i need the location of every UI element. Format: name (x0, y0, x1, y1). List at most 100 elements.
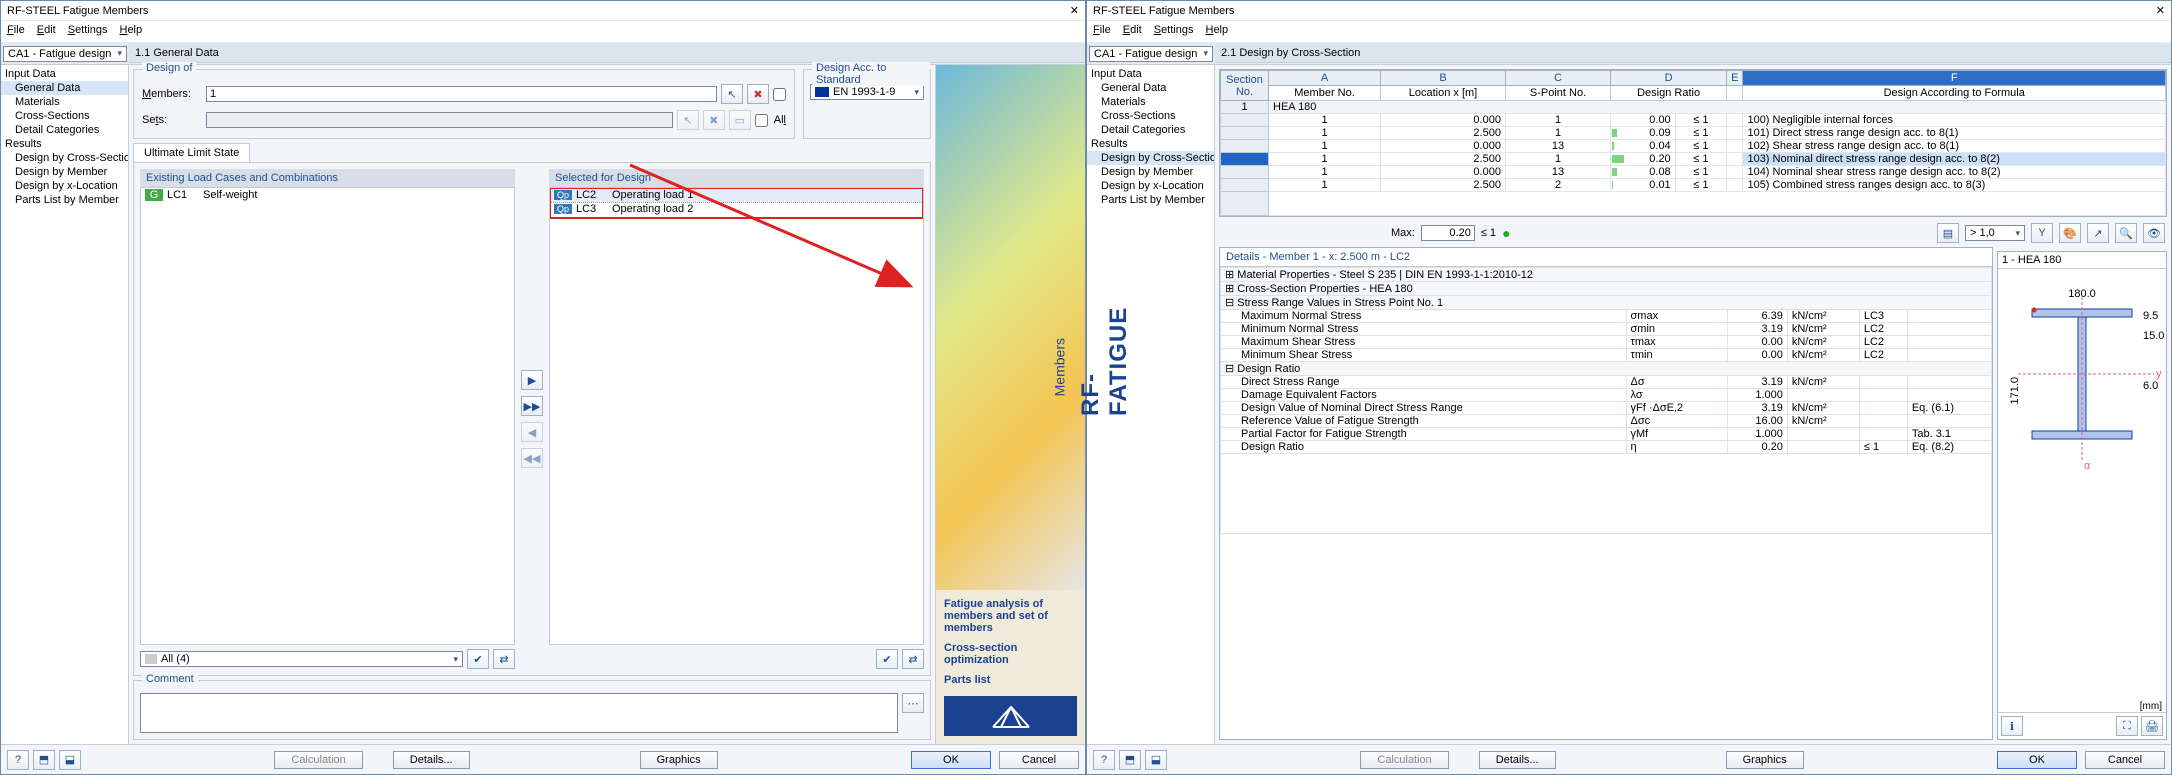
close-icon[interactable]: ✕ (1070, 4, 1079, 17)
export-icon[interactable]: ⬓ (1145, 750, 1167, 770)
nav-general-data[interactable]: General Data (1, 81, 128, 95)
result-row[interactable]: 1 2.500 1 0.09 ≤ 1 101) Direct stress ra… (1221, 127, 2166, 140)
standard-combo[interactable]: EN 1993-1-9 ▾ (810, 84, 924, 100)
nav-detail-r[interactable]: Detail Categories (1087, 123, 1214, 137)
nav-design-x-r[interactable]: Design by x-Location (1087, 179, 1214, 193)
find-icon[interactable]: 🔍 (2115, 223, 2137, 243)
menu-help[interactable]: Help (1205, 24, 1228, 39)
col-E[interactable]: E (1727, 71, 1743, 86)
nav-results-r[interactable]: Results (1087, 137, 1214, 151)
delete-members-icon[interactable]: ✖ (747, 84, 769, 104)
viewer-info-icon[interactable]: ℹ (2001, 716, 2023, 736)
menu-file[interactable]: File (1093, 24, 1111, 39)
cancel-button-r[interactable]: Cancel (2085, 751, 2165, 769)
nav-materials-r[interactable]: Materials (1087, 95, 1214, 109)
nav-detail-categories[interactable]: Detail Categories (1, 123, 128, 137)
nav-cross-sections[interactable]: Cross-Sections (1, 109, 128, 123)
col-section-no[interactable]: Section No. (1221, 71, 1269, 101)
help-icon[interactable]: ? (7, 750, 29, 770)
existing-list[interactable]: G LC1 Self-weight (140, 187, 515, 645)
details-button[interactable]: Details... (393, 751, 470, 769)
menu-file[interactable]: File (7, 24, 25, 39)
result-row[interactable]: 1 2.500 1 0.20 ≤ 1 103) Nominal direct s… (1221, 153, 2166, 166)
details-button-r[interactable]: Details... (1479, 751, 1556, 769)
d-srv[interactable]: ⊟ Stress Range Values in Stress Point No… (1221, 296, 1992, 310)
help-icon[interactable]: ? (1093, 750, 1115, 770)
add-all-icon[interactable]: ▶▶ (521, 396, 543, 416)
d-mat[interactable]: ⊞ Material Properties - Steel S 235 | DI… (1221, 268, 1992, 282)
selected-apply-icon[interactable]: ✔ (876, 649, 898, 669)
details-table[interactable]: ⊞ Material Properties - Steel S 235 | DI… (1220, 267, 1992, 534)
lc3-row[interactable]: Qp LC3 Operating load 2 (550, 202, 923, 216)
case-combo-r[interactable]: CA1 - Fatigue design▾ (1089, 46, 1213, 62)
result-row[interactable]: 1 0.000 1 0.00 ≤ 1 100) Negligible inter… (1221, 114, 2166, 127)
nav-results[interactable]: Results (1, 137, 128, 151)
col-ratio[interactable]: Design Ratio (1611, 86, 1727, 101)
calculation-button[interactable]: Calculation (274, 751, 362, 769)
eye-icon[interactable]: 👁 (2143, 223, 2165, 243)
nav-cs-r[interactable]: Cross-Sections (1087, 109, 1214, 123)
nav-input-r[interactable]: Input Data (1087, 67, 1214, 81)
col-C[interactable]: C (1505, 71, 1610, 86)
nav-design-x[interactable]: Design by x-Location (1, 179, 128, 193)
menu-help[interactable]: Help (119, 24, 142, 39)
sets-input[interactable] (206, 112, 673, 128)
graphics-button[interactable]: Graphics (640, 751, 718, 769)
case-combo[interactable]: CA1 - Fatigue design▾ (3, 46, 127, 62)
view-mode-icon[interactable]: ▤ (1937, 223, 1959, 243)
units-icon[interactable]: ⬒ (33, 750, 55, 770)
section-canvas[interactable]: 180.0 171.0 9.5 15.0 6.0 y α (1998, 269, 2166, 701)
nav-design-cs-r[interactable]: Design by Cross-Section (1087, 151, 1214, 165)
graphics-button-r[interactable]: Graphics (1726, 751, 1804, 769)
col-A[interactable]: A (1269, 71, 1381, 86)
export-icon[interactable]: ⬓ (59, 750, 81, 770)
results-grid[interactable]: Section No. A B C D E F Member No. Locat… (1219, 69, 2167, 217)
result-row[interactable]: 1 2.500 2 0.01 ≤ 1 105) Combined stress … (1221, 179, 2166, 192)
nav-design-member[interactable]: Design by Member (1, 165, 128, 179)
d-csp[interactable]: ⊞ Cross-Section Properties - HEA 180 (1221, 282, 1992, 296)
cancel-button[interactable]: Cancel (999, 751, 1079, 769)
lc2-row[interactable]: Qp LC2 Operating load 1 (550, 188, 923, 202)
selected-list[interactable]: Qp LC2 Operating load 1 Qp LC3 Operating… (549, 187, 924, 645)
calculation-button-r[interactable]: Calculation (1360, 751, 1448, 769)
nav-tree[interactable]: Input Data General Data Materials Cross-… (1, 65, 129, 744)
ok-button-r[interactable]: OK (1997, 751, 2077, 769)
nav-parts-list[interactable]: Parts List by Member (1, 193, 128, 207)
pick-members-icon[interactable]: ↖ (721, 84, 743, 104)
menu-edit[interactable]: Edit (37, 24, 56, 39)
ok-button[interactable]: OK (911, 751, 991, 769)
col-formula[interactable]: Design According to Formula (1743, 86, 2166, 101)
jump-icon[interactable]: ↗ (2087, 223, 2109, 243)
col-D[interactable]: D (1611, 71, 1727, 86)
sets-all-checkbox[interactable] (755, 114, 768, 127)
viewer-print-icon[interactable]: 🖨 (2141, 716, 2163, 736)
result-row[interactable]: 1 0.000 13 0.08 ≤ 1 104) Nominal shear s… (1221, 166, 2166, 179)
d-dr[interactable]: ⊟ Design Ratio (1221, 362, 1992, 376)
filter-transfer-icon[interactable]: ⇄ (493, 649, 515, 669)
filter-combo[interactable]: All (4) ▾ (140, 651, 463, 667)
menu-edit[interactable]: Edit (1123, 24, 1142, 39)
col-spoint[interactable]: S-Point No. (1505, 86, 1610, 101)
col-member[interactable]: Member No. (1269, 86, 1381, 101)
col-B[interactable]: B (1381, 71, 1506, 86)
ratio-filter-combo[interactable]: > 1,0▾ (1965, 225, 2025, 241)
close-icon[interactable]: ✕ (2156, 4, 2165, 17)
filter-ratio-icon[interactable]: Y (2031, 223, 2053, 243)
col-location[interactable]: Location x [m] (1381, 86, 1506, 101)
result-row[interactable]: 1 0.000 13 0.04 ≤ 1 102) Shear stress ra… (1221, 140, 2166, 153)
nav-design-member-r[interactable]: Design by Member (1087, 165, 1214, 179)
selected-transfer-icon[interactable]: ⇄ (902, 649, 924, 669)
nav-parts-list-r[interactable]: Parts List by Member (1087, 193, 1214, 207)
nav-design-cs[interactable]: Design by Cross-Section (1, 151, 128, 165)
nav-general-r[interactable]: General Data (1087, 81, 1214, 95)
add-one-icon[interactable]: ▶ (521, 370, 543, 390)
members-input[interactable] (206, 86, 717, 102)
viewer-zoom-icon[interactable]: ⛶ (2116, 716, 2138, 736)
color-icon[interactable]: 🎨 (2059, 223, 2081, 243)
comment-pick-icon[interactable]: ⋯ (902, 693, 924, 713)
menu-settings[interactable]: Settings (1154, 24, 1194, 39)
comment-input[interactable] (140, 693, 898, 733)
menu-settings[interactable]: Settings (68, 24, 108, 39)
lc1-row[interactable]: G LC1 Self-weight (141, 188, 514, 202)
units-icon[interactable]: ⬒ (1119, 750, 1141, 770)
